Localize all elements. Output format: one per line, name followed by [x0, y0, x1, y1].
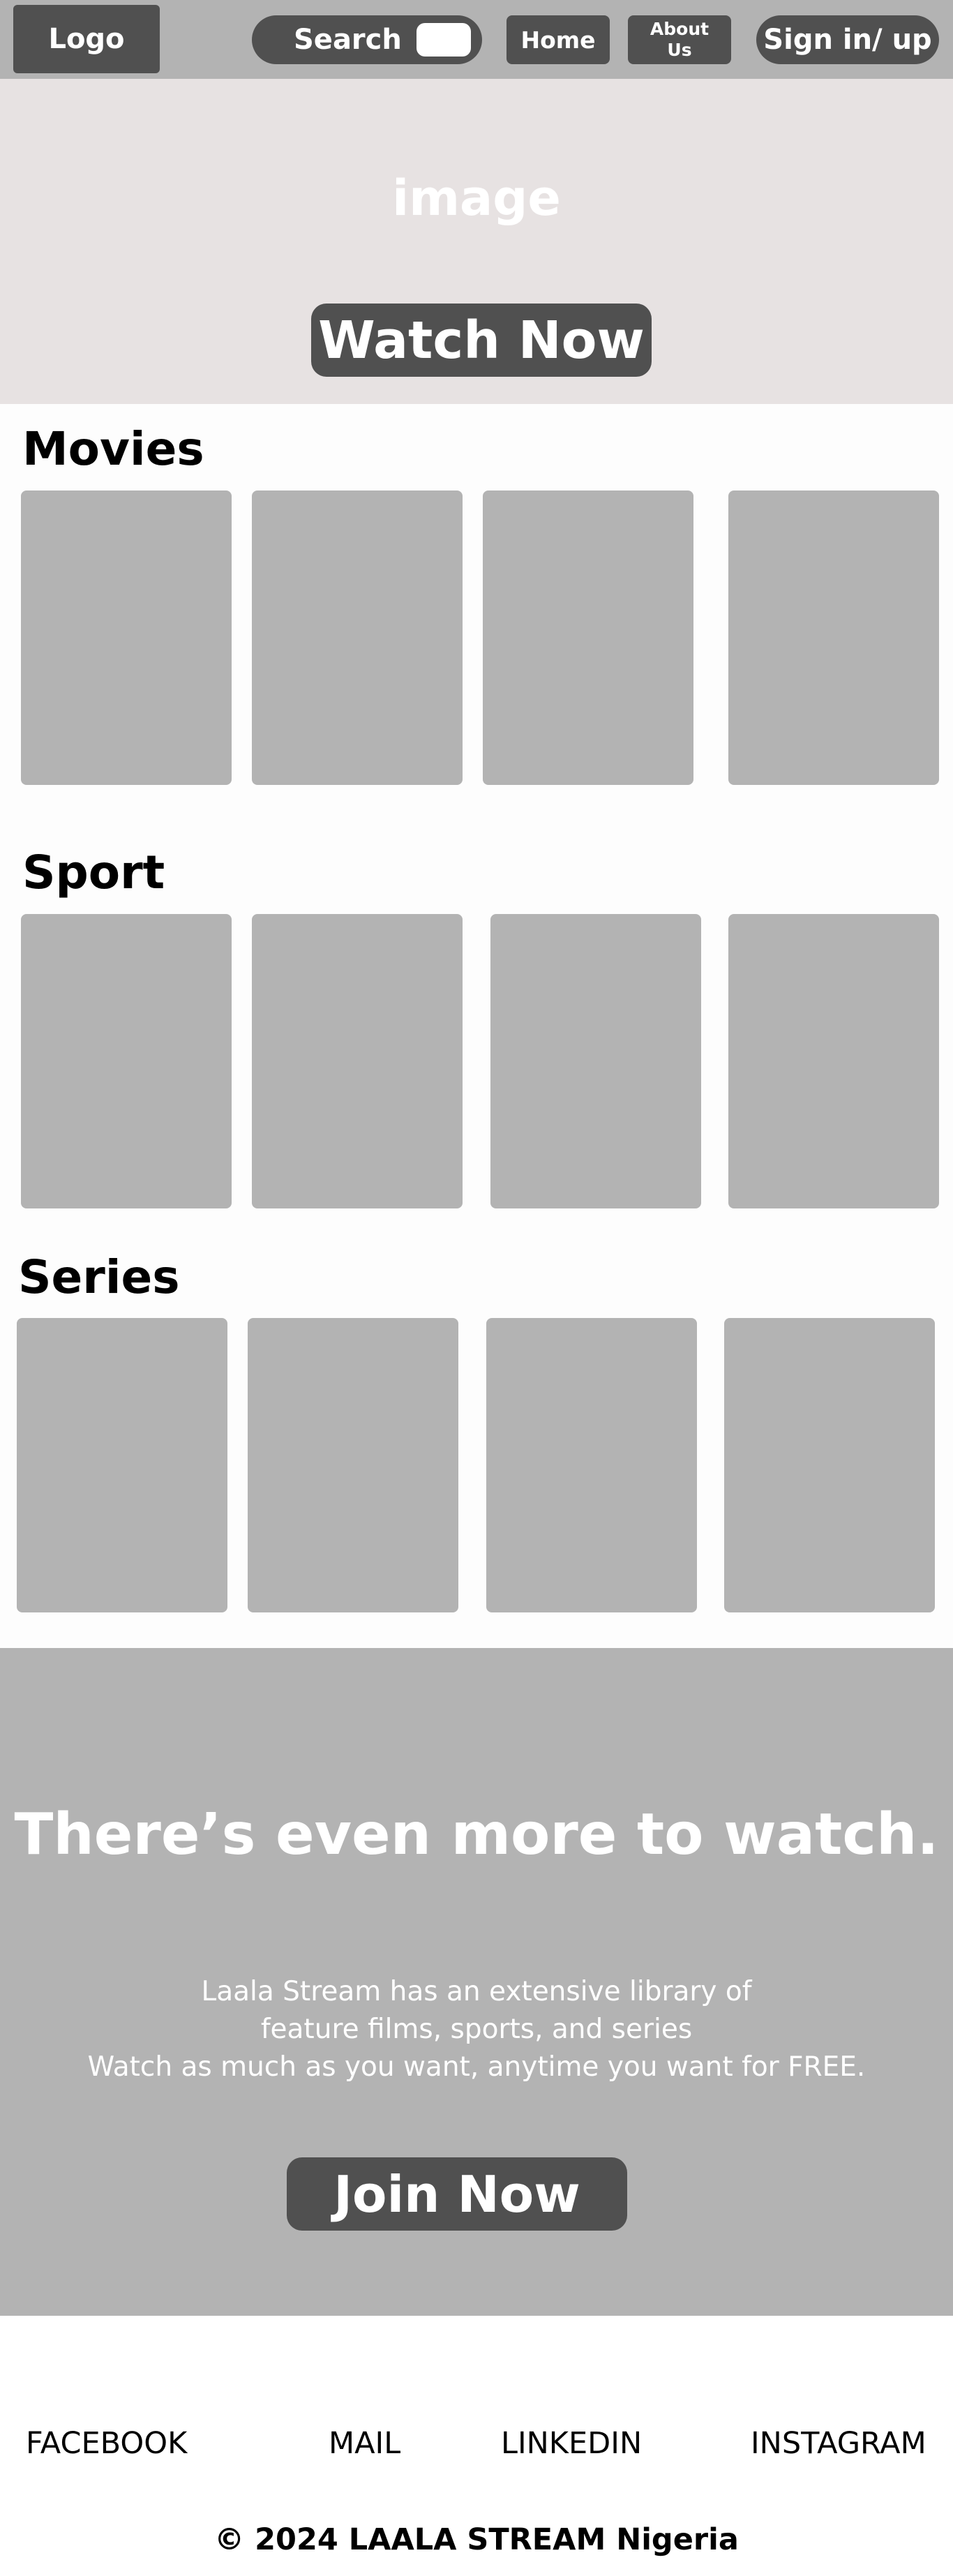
instagram-link[interactable]: INSTAGRAM: [751, 2426, 926, 2461]
sign-in-button[interactable]: Sign in/ up: [756, 15, 939, 64]
navbar: Logo Search Home About Us Sign in/ up: [0, 0, 953, 79]
join-now-button[interactable]: Join Now: [287, 2157, 627, 2231]
footer: FACEBOOK MAIL LINKEDIN INSTAGRAM © 2024 …: [0, 2316, 953, 2576]
movies-heading: Movies: [22, 422, 204, 476]
logo[interactable]: Logo: [13, 5, 160, 73]
home-button[interactable]: Home: [506, 15, 610, 64]
movie-card[interactable]: [728, 491, 939, 785]
series-card[interactable]: [724, 1318, 935, 1612]
sport-card[interactable]: [490, 914, 701, 1208]
movie-card[interactable]: [21, 491, 232, 785]
mail-link[interactable]: MAIL: [329, 2426, 400, 2461]
home-label: Home: [520, 26, 596, 54]
sign-in-label: Sign in/ up: [763, 24, 932, 56]
search-input[interactable]: [417, 23, 471, 57]
promo-section: There’s even more to watch. Laala Stream…: [0, 1648, 953, 2316]
join-now-label: Join Now: [333, 2164, 580, 2224]
watch-now-button[interactable]: Watch Now: [311, 304, 652, 377]
about-us-button[interactable]: About Us: [628, 15, 731, 64]
hero-image-placeholder: image: [392, 170, 561, 227]
search-bar[interactable]: Search: [252, 15, 482, 64]
sport-card[interactable]: [728, 914, 939, 1208]
about-label-line1: About: [650, 19, 710, 39]
about-label-line2: Us: [667, 40, 692, 60]
movie-card[interactable]: [252, 491, 463, 785]
promo-line-2: feature films, sports, and series: [260, 2014, 693, 2045]
series-card[interactable]: [17, 1318, 227, 1612]
sport-heading: Sport: [22, 846, 165, 899]
sport-card[interactable]: [21, 914, 232, 1208]
series-card[interactable]: [248, 1318, 458, 1612]
watch-now-label: Watch Now: [318, 310, 645, 370]
linkedin-link[interactable]: LINKEDIN: [501, 2426, 642, 2461]
copyright-text: © 2024 LAALA STREAM Nigeria: [214, 2522, 739, 2557]
search-label: Search: [294, 24, 402, 56]
hero-banner: image Watch Now: [0, 79, 953, 404]
promo-heading: There’s even more to watch.: [14, 1802, 939, 1868]
promo-line-3: Watch as much as you want, anytime you w…: [87, 2051, 866, 2083]
series-card[interactable]: [486, 1318, 697, 1612]
logo-label: Logo: [48, 23, 125, 55]
facebook-link[interactable]: FACEBOOK: [26, 2426, 187, 2461]
promo-line-1: Laala Stream has an extensive library of: [201, 1976, 752, 2007]
promo-description: Laala Stream has an extensive library of…: [0, 1973, 953, 2086]
series-heading: Series: [18, 1250, 180, 1304]
movie-card[interactable]: [483, 491, 693, 785]
sport-card[interactable]: [252, 914, 463, 1208]
